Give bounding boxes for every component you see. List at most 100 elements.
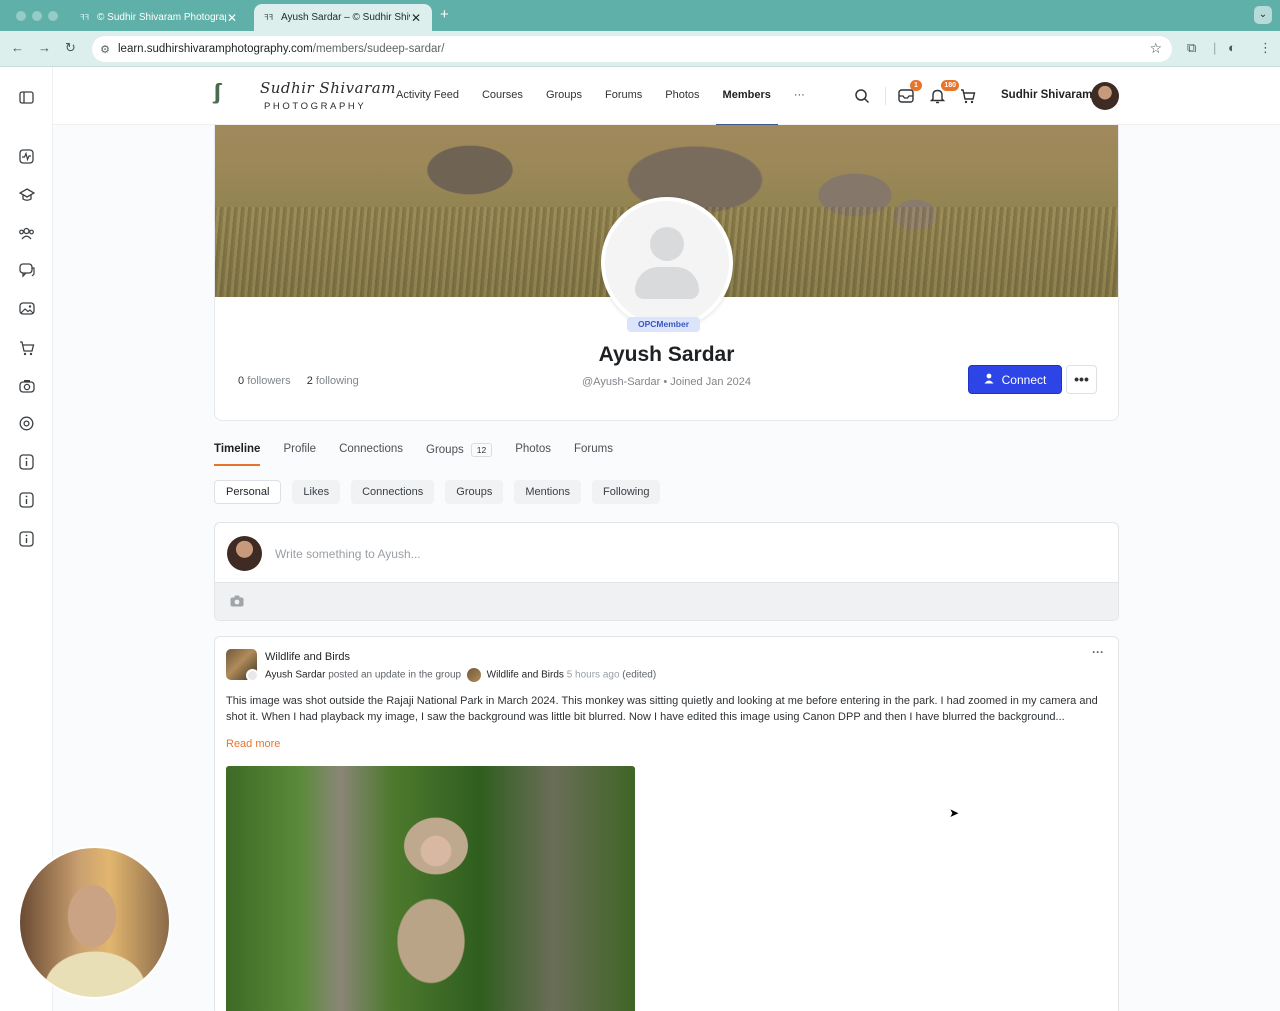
connect-label: Connect — [1001, 372, 1047, 387]
post-menu-icon[interactable]: ··· — [1092, 645, 1104, 659]
cart-icon[interactable] — [958, 86, 978, 106]
current-user-avatar[interactable] — [1091, 82, 1119, 110]
subtab-personal[interactable]: Personal — [214, 480, 282, 504]
cart-icon[interactable] — [17, 338, 36, 357]
webcam-overlay — [18, 846, 171, 999]
forward-arrow-icon[interactable]: → — [38, 40, 51, 55]
logo-sub-text: PHOTOGRAPHY — [264, 101, 367, 112]
menu-photos[interactable]: Photos — [665, 67, 699, 125]
activity-subtabs: Personal Likes Connections Groups Mentio… — [214, 480, 671, 504]
courses-icon[interactable] — [17, 185, 36, 204]
forums-icon[interactable] — [17, 261, 36, 280]
post-time[interactable]: 5 hours ago — [567, 670, 620, 681]
subtab-mentions[interactable]: Mentions — [514, 480, 581, 504]
browser-menu-icon[interactable]: ⋮ — [1259, 40, 1272, 56]
tab-connections[interactable]: Connections — [339, 443, 403, 467]
subtab-connections[interactable]: Connections — [351, 480, 435, 504]
subtab-following[interactable]: Following — [591, 480, 661, 504]
post-author[interactable]: Ayush Sardar — [265, 670, 325, 681]
profile-handle: @Ayush-Sardar — [582, 376, 661, 388]
info-icon[interactable] — [17, 490, 36, 509]
search-icon[interactable] — [852, 86, 872, 106]
tab-search-chevron-icon[interactable]: ⌄ — [1254, 6, 1272, 24]
post-body: This image was shot outside the Rajaji N… — [226, 695, 1098, 723]
browser-toolbar: ← → ↻ ⚙ learn.sudhirshivaramphotography.… — [0, 31, 1280, 67]
reload-icon[interactable]: ↻ — [65, 40, 76, 56]
info-icon[interactable] — [17, 452, 36, 471]
subtab-likes[interactable]: Likes — [292, 480, 341, 504]
window-minimize-dot[interactable] — [32, 11, 42, 21]
site-favicon-icon: ꟻꟻ — [264, 12, 274, 22]
following-stat[interactable]: 2 following — [307, 375, 359, 387]
connect-button[interactable]: Connect — [968, 365, 1062, 394]
profile-more-button[interactable]: ••• — [1066, 365, 1097, 394]
browser-tab-profile[interactable]: ꟻꟻ Ayush Sardar – © Sudhir Shivaram Phot… — [254, 4, 432, 31]
camera-icon[interactable] — [230, 594, 244, 612]
author-mini-avatar[interactable] — [246, 669, 259, 682]
add-user-icon — [984, 373, 995, 387]
close-tab-icon[interactable]: ✕ — [410, 11, 422, 25]
composer-input[interactable]: Write something to Ayush... — [275, 547, 421, 561]
primary-menu: Activity Feed Courses Groups Forums Phot… — [396, 67, 828, 126]
menu-activity-feed[interactable]: Activity Feed — [396, 67, 459, 125]
info-icon[interactable] — [17, 529, 36, 548]
camera-icon[interactable] — [17, 376, 36, 395]
menu-members[interactable]: Members — [715, 67, 779, 126]
notifications-badge: 180 — [941, 80, 959, 91]
mention-icon[interactable] — [17, 414, 36, 433]
window-close-dot[interactable] — [16, 11, 26, 21]
extensions-icon[interactable]: ⧉ — [1187, 40, 1196, 56]
profile-header-card: OPCMember Ayush Sardar @Ayush-Sardar • J… — [214, 125, 1119, 421]
followers-stat[interactable]: 0 followers — [238, 375, 291, 387]
logo-mark-icon: ʃʃʃ — [214, 79, 220, 104]
new-tab-icon[interactable]: + — [440, 6, 449, 23]
profile-name: Ayush Sardar — [598, 343, 735, 366]
post-image-monkey[interactable] — [226, 766, 635, 1011]
tab-photos[interactable]: Photos — [515, 443, 551, 467]
browser-tab-title: © Sudhir Shivaram Photography — [97, 12, 226, 23]
tab-forums[interactable]: Forums — [574, 443, 613, 467]
back-arrow-icon[interactable]: ← — [11, 40, 24, 55]
activity-icon[interactable] — [17, 147, 36, 166]
photos-icon[interactable] — [17, 299, 36, 318]
member-type-badge: OPCMember — [627, 317, 701, 332]
browser-tab-home[interactable]: ꟻꟻ © Sudhir Shivaram Photography ✕ — [70, 4, 248, 31]
profile-joined: Joined Jan 2024 — [670, 376, 751, 388]
profile-extension-icon[interactable]: ◐ — [1228, 40, 1236, 55]
menu-forums[interactable]: Forums — [605, 67, 642, 125]
post-meta: Ayush Sardar posted an update in the gro… — [265, 668, 657, 682]
subtab-groups[interactable]: Groups — [445, 480, 504, 504]
close-tab-icon[interactable]: ✕ — [226, 11, 238, 25]
messages-icon[interactable]: 1 — [896, 80, 922, 106]
site-favicon-icon: ꟻꟻ — [80, 12, 90, 22]
post-edited: (edited) — [622, 669, 657, 681]
browser-tab-title: Ayush Sardar – © Sudhir Shivaram Photogr… — [281, 12, 410, 23]
address-bar[interactable]: ⚙ learn.sudhirshivaramphotography.com/me… — [92, 36, 1172, 62]
window-zoom-dot[interactable] — [48, 11, 58, 21]
menu-more[interactable]: ··· — [794, 67, 805, 125]
messages-badge: 1 — [910, 80, 922, 91]
site-logo[interactable]: ʃʃʃ Sudhir Shivaram PHOTOGRAPHY — [214, 77, 395, 115]
composer-toolbar — [215, 582, 1118, 620]
current-user-name[interactable]: Sudhir Shivaram — [1001, 89, 1092, 101]
logo-script-text: Sudhir Shivaram — [260, 79, 396, 97]
read-more-link[interactable]: Read more — [226, 738, 280, 750]
post-group-link[interactable]: Wildlife and Birds — [487, 670, 564, 681]
bookmark-star-icon[interactable]: ☆ — [1149, 40, 1162, 57]
mouse-cursor-icon: ➤ — [949, 806, 960, 820]
tab-groups[interactable]: Groups 12 — [426, 443, 493, 467]
panel-toggle-icon[interactable] — [17, 88, 36, 107]
menu-courses[interactable]: Courses — [482, 67, 523, 125]
tab-timeline[interactable]: Timeline — [214, 443, 261, 467]
main-content: OPCMember Ayush Sardar @Ayush-Sardar • J… — [53, 125, 1280, 1011]
notifications-bell-icon[interactable]: 180 — [927, 80, 959, 106]
menu-groups[interactable]: Groups — [546, 67, 582, 125]
activity-post: Wildlife and Birds Ayush Sardar posted a… — [214, 636, 1119, 1011]
browser-tab-bar: ꟻꟻ © Sudhir Shivaram Photography ✕ ꟻꟻ Ay… — [0, 0, 1280, 31]
profile-avatar[interactable] — [601, 197, 733, 329]
site-settings-icon[interactable]: ⚙ — [92, 43, 118, 56]
tab-profile[interactable]: Profile — [283, 443, 316, 467]
groups-icon[interactable] — [17, 223, 36, 242]
group-mini-avatar — [466, 668, 481, 682]
post-group-name[interactable]: Wildlife and Birds — [265, 651, 350, 663]
